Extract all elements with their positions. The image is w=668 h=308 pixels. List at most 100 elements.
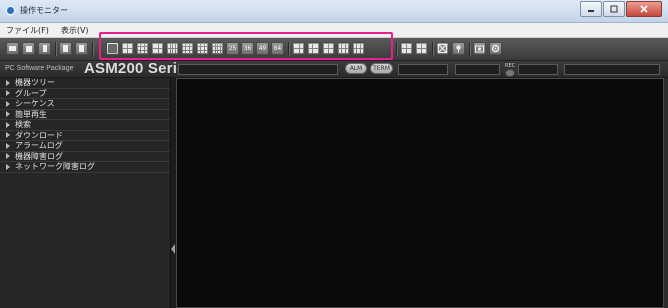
term-label: TERM — [373, 65, 390, 72]
toolbar-separator — [288, 42, 289, 56]
layout-25-icon: 25 — [228, 45, 237, 52]
menu-view[interactable]: 表示(V) — [55, 25, 95, 36]
sidebar-collapse-icon[interactable] — [171, 244, 175, 254]
save-button[interactable] — [22, 42, 35, 55]
window-title: 操作モニター — [20, 6, 68, 15]
document-button-2[interactable] — [75, 42, 88, 55]
layout-tile-3-icon — [324, 44, 333, 53]
monitor-button[interactable] — [6, 42, 19, 55]
menu-file[interactable]: ファイル(F) — [0, 25, 55, 36]
layout-tile-2-button[interactable] — [307, 42, 320, 55]
alarm-button[interactable]: ALM — [345, 63, 367, 74]
expand-arrow-icon — [6, 79, 10, 86]
camera-icon — [475, 45, 484, 53]
operation-monitor-window: 操作モニター ファイル(F) 表示(V) 25 36 49 64 PC Soft… — [0, 0, 668, 308]
layout-6x6-button[interactable] — [196, 42, 209, 55]
sidebar-item-label: アラームログ — [15, 141, 63, 151]
layout-1x1-icon — [108, 44, 117, 53]
layout-4x4-button[interactable] — [166, 42, 179, 55]
layout-6x6-icon — [198, 44, 207, 53]
pin-button[interactable] — [452, 42, 465, 55]
window-controls — [580, 1, 662, 17]
video-display-area[interactable] — [176, 78, 664, 308]
fullscreen-icon — [438, 44, 447, 53]
layout-2x2-icon — [123, 44, 132, 53]
sidebar-item-label: 機器障害ログ — [15, 151, 63, 161]
toolbar-separator — [92, 42, 93, 56]
expand-arrow-icon — [6, 142, 10, 149]
layout-64-icon: 64 — [273, 45, 282, 52]
info-field-1 — [398, 64, 448, 75]
maximize-icon — [610, 5, 618, 13]
term-button[interactable]: TERM — [370, 63, 393, 74]
maximize-button[interactable] — [603, 1, 625, 17]
layout-49-icon: 49 — [258, 45, 267, 52]
layout-7x7-button[interactable] — [211, 42, 224, 55]
sidebar-item-network-fault-log[interactable]: ネットワーク障害ログ — [0, 162, 170, 173]
layout-tile-6-button[interactable] — [400, 42, 413, 55]
status-field — [178, 64, 338, 75]
header-bar: PC Software Package ASM200 Series ALM TE… — [0, 60, 668, 78]
brand-subtitle: PC Software Package — [5, 65, 74, 72]
sidebar-item-label: 機器ツリー — [15, 78, 55, 88]
sidebar-item-label: 簡単再生 — [15, 109, 47, 119]
minimize-button[interactable] — [580, 1, 602, 17]
expand-arrow-icon — [6, 111, 10, 118]
monitor-icon — [9, 46, 16, 51]
toolbar: 25 36 49 64 — [0, 38, 668, 61]
close-button[interactable] — [626, 1, 662, 17]
info-field-2 — [455, 64, 500, 75]
sidebar-item-label: シーケンス — [15, 99, 55, 109]
layout-tile-7-icon — [417, 44, 426, 53]
camera-button[interactable] — [473, 42, 486, 55]
document-icon — [79, 45, 84, 52]
layout-64-button[interactable]: 64 — [271, 42, 284, 55]
expand-arrow-icon — [6, 153, 10, 160]
layout-tile-1-icon — [294, 44, 303, 53]
layout-wide-icon — [153, 44, 162, 53]
layout-tile-7-button[interactable] — [415, 42, 428, 55]
layout-wide-button[interactable] — [151, 42, 164, 55]
expand-arrow-icon — [6, 100, 10, 107]
sidebar-item-label: ダウンロード — [15, 130, 63, 140]
layout-tile-4-icon — [339, 44, 348, 53]
close-icon — [640, 5, 648, 13]
document-button[interactable] — [59, 42, 72, 55]
expand-arrow-icon — [6, 121, 10, 128]
pin-icon — [456, 45, 461, 53]
info-field-4 — [564, 64, 660, 75]
layout-5x5-button[interactable] — [181, 42, 194, 55]
layout-25-button[interactable]: 25 — [226, 42, 239, 55]
sidebar-item-label: 検索 — [15, 120, 31, 130]
layout-49-button[interactable]: 49 — [256, 42, 269, 55]
toolbar-separator — [432, 42, 433, 56]
layout-tile-6-icon — [402, 44, 411, 53]
layout-1x1-button[interactable] — [106, 42, 119, 55]
layout-tile-4-button[interactable] — [337, 42, 350, 55]
layout-36-button[interactable]: 36 — [241, 42, 254, 55]
gear-icon — [491, 44, 500, 53]
settings-button[interactable] — [489, 42, 502, 55]
layout-3x3-button[interactable] — [136, 42, 149, 55]
layout-5x5-icon — [183, 44, 192, 53]
minimize-icon — [588, 10, 594, 12]
alarm-label: ALM — [349, 65, 363, 72]
sidebar-menu: 機器ツリー グループ シーケンス 簡単再生 検索 ダウンロード アラームログ 機… — [0, 78, 171, 308]
right-edge-panel — [664, 78, 668, 308]
sidebar-item-label: ネットワーク障害ログ — [15, 162, 95, 172]
info-field-3 — [518, 64, 558, 75]
rec-indicator-icon — [505, 69, 515, 77]
toolbar-separator — [396, 42, 397, 56]
snapshot-button[interactable] — [38, 42, 51, 55]
layout-tile-3-button[interactable] — [322, 42, 335, 55]
menu-bar: ファイル(F) 表示(V) — [0, 23, 668, 38]
save-icon — [25, 45, 32, 52]
expand-arrow-icon — [6, 90, 10, 97]
layout-36-icon: 36 — [243, 45, 252, 52]
layout-tile-5-button[interactable] — [352, 42, 365, 55]
title-bar[interactable]: 操作モニター — [0, 0, 668, 23]
expand-arrow-icon — [6, 132, 10, 139]
fullscreen-button[interactable] — [436, 42, 449, 55]
layout-2x2-button[interactable] — [121, 42, 134, 55]
layout-tile-1-button[interactable] — [292, 42, 305, 55]
